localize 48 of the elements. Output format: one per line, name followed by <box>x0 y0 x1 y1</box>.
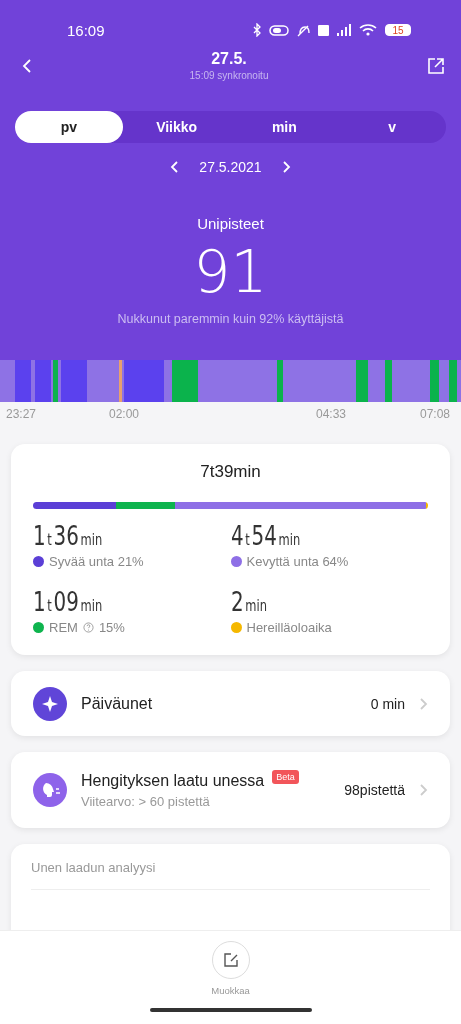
bluetooth-icon <box>252 23 261 37</box>
stage-label: Hereilläoloaika <box>246 620 332 635</box>
stage-duration: 2 min <box>230 587 268 617</box>
status-time: 16:09 <box>67 21 105 39</box>
stage-duration: 1t09min <box>33 587 104 617</box>
time-label: 23:27 <box>6 407 37 421</box>
period-tab[interactable]: pv <box>15 111 123 143</box>
muted-bell-icon <box>297 23 310 37</box>
toggle-icon <box>269 24 289 36</box>
time-label: 02:00 <box>109 407 140 421</box>
wifi-icon <box>359 24 377 36</box>
previous-icon[interactable] <box>170 160 180 174</box>
stage-label: REM <box>49 620 78 635</box>
volte-icon <box>318 24 329 36</box>
row-value: 0 min <box>370 695 405 712</box>
edit-icon <box>221 951 240 969</box>
stage-duration: 1t36min <box>33 521 104 551</box>
total-sleep: 7t39min <box>199 462 262 482</box>
share-icon[interactable] <box>427 56 445 75</box>
row-title: Hengityksen laatu unessa <box>81 771 265 790</box>
stage-percent: 15% <box>98 620 125 635</box>
row-subtitle: Viitearvo: > 60 pistettä <box>81 793 211 809</box>
sync-time: 15:09 synkronoitu <box>189 70 269 81</box>
stage-label: Syvää unta 21% <box>49 554 144 569</box>
analysis-title: Unen laadun analyysi <box>31 860 430 890</box>
stage-duration: 4t54min <box>230 521 301 551</box>
edit-button[interactable] <box>211 941 250 979</box>
period-tab[interactable]: min <box>230 111 339 143</box>
page-title: 27.5. <box>211 50 247 68</box>
stage-label: Kevyttä unta 64% <box>246 554 349 569</box>
time-label: 04:33 <box>316 407 347 421</box>
signal-icon <box>337 24 351 36</box>
row-value: 98pistettä <box>344 782 405 798</box>
sparkle-icon <box>33 686 67 721</box>
score-label: Unipisteet <box>196 215 265 232</box>
row-title: Päiväunet <box>81 694 153 713</box>
edit-label: Muokkaa <box>211 985 250 996</box>
score-caption: Nukkunut paremmin kuin 92% käyttäjistä <box>116 312 345 326</box>
back-icon[interactable] <box>22 58 31 73</box>
score-value: 91 <box>192 238 269 306</box>
next-icon[interactable] <box>281 160 291 174</box>
date-label: 27.5.2021 <box>199 159 262 175</box>
face-breath-icon <box>33 773 67 807</box>
period-tab[interactable]: v <box>338 111 446 143</box>
time-label: 07:08 <box>420 407 451 421</box>
battery-icon: 15 <box>385 24 411 36</box>
beta-badge: Beta <box>272 769 299 784</box>
period-tab[interactable]: Viikko <box>122 111 231 143</box>
